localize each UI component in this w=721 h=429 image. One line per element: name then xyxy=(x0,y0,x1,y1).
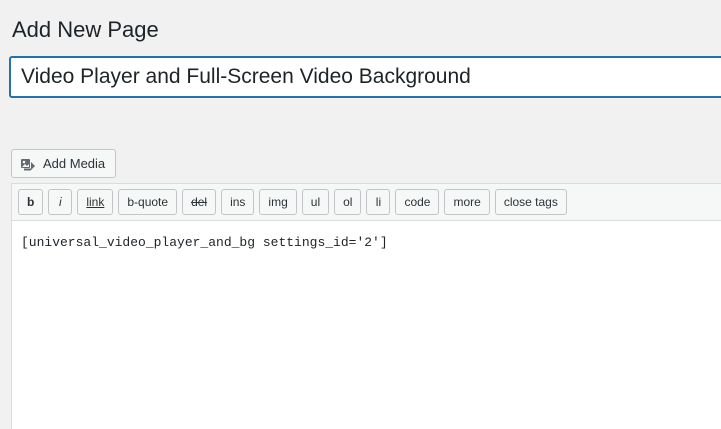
qt-bold-button[interactable]: b xyxy=(18,189,44,215)
qt-blockquote-button[interactable]: b-quote xyxy=(118,189,178,215)
add-media-button[interactable]: Add Media xyxy=(11,149,116,178)
quicktags-toolbar: b i link b-quote del ins img ul ol li co… xyxy=(12,184,721,221)
qt-img-button[interactable]: img xyxy=(259,189,297,215)
post-title-input[interactable]: Video Player and Full-Screen Video Backg… xyxy=(10,57,721,97)
add-new-page-screen: Add New Page Video Player and Full-Scree… xyxy=(0,0,721,429)
qt-code-button[interactable]: code xyxy=(395,189,440,215)
text-editor: b i link b-quote del ins img ul ol li co… xyxy=(11,183,721,429)
qt-ins-button[interactable]: ins xyxy=(221,189,255,215)
qt-close-tags-button[interactable]: close tags xyxy=(494,189,567,215)
qt-italic-button[interactable]: i xyxy=(48,189,73,215)
page-title: Add New Page xyxy=(12,17,159,42)
qt-ol-button[interactable]: ol xyxy=(334,189,362,215)
qt-li-button[interactable]: li xyxy=(366,189,391,215)
add-media-icon xyxy=(20,156,36,172)
editor-content-textarea[interactable]: [universal_video_player_and_bg settings_… xyxy=(12,221,721,265)
add-media-label: Add Media xyxy=(43,156,106,171)
qt-ul-button[interactable]: ul xyxy=(301,189,330,215)
qt-del-button[interactable]: del xyxy=(182,189,217,215)
qt-more-button[interactable]: more xyxy=(444,189,490,215)
qt-link-button[interactable]: link xyxy=(77,189,114,215)
